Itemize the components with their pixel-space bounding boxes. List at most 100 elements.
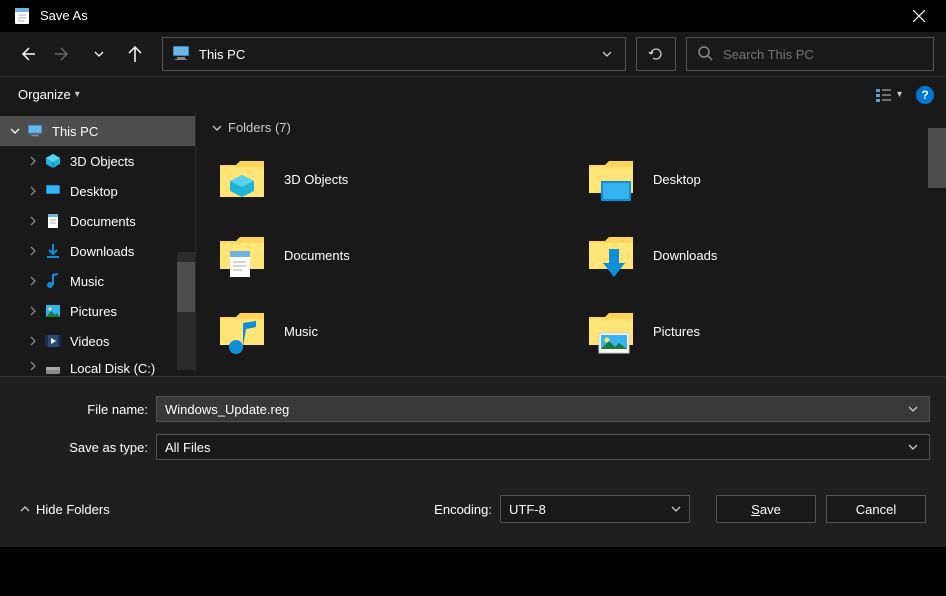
filename-dropdown[interactable] (905, 404, 921, 414)
folder-3d-objects[interactable]: 3D Objects (212, 143, 561, 215)
forward-button[interactable] (48, 39, 78, 69)
folder-icon (216, 229, 268, 281)
filename-field-container (156, 396, 930, 422)
folder-label: Music (284, 324, 318, 339)
saveastype-label: Save as type: (16, 440, 156, 455)
chevron-down-icon (212, 123, 222, 133)
expand-icon[interactable] (26, 306, 40, 316)
expand-icon[interactable] (26, 246, 40, 256)
navigation-tree: This PC 3D Objects Desktop Documents Dow… (0, 112, 196, 376)
tree-item-3d-objects[interactable]: 3D Objects (0, 146, 195, 176)
tree-label: This PC (52, 124, 98, 139)
address-bar[interactable]: This PC (162, 37, 626, 71)
folder-label: Pictures (653, 324, 700, 339)
encoding-select[interactable]: UTF-8 (500, 495, 690, 523)
folder-downloads[interactable]: Downloads (581, 219, 930, 291)
content-scrollbar[interactable] (928, 112, 946, 376)
tree-label: Videos (70, 334, 110, 349)
expand-icon[interactable] (26, 186, 40, 196)
address-dropdown-icon[interactable] (597, 49, 617, 59)
chevron-down-icon (905, 442, 921, 452)
tree-item-downloads[interactable]: Downloads (0, 236, 195, 266)
folder-music[interactable]: Music (212, 295, 561, 367)
folder-icon (585, 305, 637, 357)
expand-icon[interactable] (26, 276, 40, 286)
tree-item-desktop[interactable]: Desktop (0, 176, 195, 206)
hide-folders-button[interactable]: Hide Folders (20, 502, 110, 517)
tree-item-pictures[interactable]: Pictures (0, 296, 195, 326)
document-icon (44, 212, 62, 230)
tree-item-local-disk[interactable]: Local Disk (C:) (0, 356, 195, 376)
folder-desktop[interactable]: Desktop (581, 143, 930, 215)
expand-icon[interactable] (26, 361, 40, 371)
chevron-down-icon: ▾ (897, 89, 902, 100)
expand-icon[interactable] (8, 126, 22, 136)
chevron-up-icon (20, 504, 30, 514)
tree-item-videos[interactable]: Videos (0, 326, 195, 356)
footer: Hide Folders Encoding: UTF-8 Save Cancel (0, 483, 946, 547)
tree-label: Local Disk (C:) (70, 361, 155, 376)
folder-clipped[interactable] (212, 371, 561, 376)
filename-label: File name: (16, 402, 156, 417)
section-label: Folders (7) (228, 120, 291, 135)
hide-folders-label: Hide Folders (36, 502, 110, 517)
cancel-button[interactable]: Cancel (826, 495, 926, 523)
search-box[interactable] (686, 37, 934, 71)
window-title: Save As (40, 8, 896, 23)
tree-item-documents[interactable]: Documents (0, 206, 195, 236)
refresh-button[interactable] (636, 37, 676, 71)
tree-label: Pictures (70, 304, 117, 319)
tree-item-this-pc[interactable]: This PC (0, 116, 195, 146)
organize-label: Organize (18, 87, 71, 102)
desktop-icon (44, 182, 62, 200)
download-icon (44, 242, 62, 260)
bottom-panel: File name: Save as type: All Files Hide … (0, 376, 946, 547)
folder-label: Downloads (653, 248, 717, 263)
body-pane: This PC 3D Objects Desktop Documents Dow… (0, 112, 946, 376)
navigation-bar: This PC (0, 32, 946, 76)
tree-label: Downloads (70, 244, 134, 259)
disk-icon (44, 361, 62, 376)
pc-icon (26, 122, 44, 140)
help-button[interactable]: ? (916, 86, 934, 104)
folder-icon (585, 153, 637, 205)
folder-documents[interactable]: Documents (212, 219, 561, 291)
notepad-icon (12, 6, 32, 26)
tree-label: 3D Objects (70, 154, 134, 169)
close-button[interactable] (896, 0, 942, 32)
video-icon (44, 332, 62, 350)
search-input[interactable] (723, 47, 923, 62)
folders-section-header[interactable]: Folders (7) (212, 120, 930, 135)
expand-icon[interactable] (26, 156, 40, 166)
view-icon (875, 87, 895, 103)
pc-icon (171, 45, 191, 64)
pictures-icon (44, 302, 62, 320)
folder-label: Desktop (653, 172, 701, 187)
save-button[interactable]: Save (716, 495, 816, 523)
folder-icon (216, 305, 268, 357)
address-location: This PC (199, 47, 597, 62)
filename-input[interactable] (165, 402, 905, 417)
folder-icon (216, 371, 268, 376)
saveastype-value: All Files (165, 440, 211, 455)
expand-icon[interactable] (26, 216, 40, 226)
tree-scrollbar[interactable] (177, 252, 195, 370)
folder-icon (216, 153, 268, 205)
cube-icon (44, 152, 62, 170)
encoding-label: Encoding: (434, 502, 492, 517)
organize-menu[interactable]: Organize ▾ (12, 83, 86, 106)
folder-label: Documents (284, 248, 350, 263)
title-bar: Save As (0, 0, 946, 32)
view-options-button[interactable]: ▾ (871, 83, 906, 107)
folder-icon (585, 229, 637, 281)
saveastype-select[interactable]: All Files (156, 434, 930, 460)
folder-pictures[interactable]: Pictures (581, 295, 930, 367)
tree-item-music[interactable]: Music (0, 266, 195, 296)
recent-locations-button[interactable] (84, 39, 114, 69)
expand-icon[interactable] (26, 336, 40, 346)
search-icon (697, 45, 713, 64)
back-button[interactable] (12, 39, 42, 69)
music-icon (44, 272, 62, 290)
up-button[interactable] (120, 39, 150, 69)
toolbar: Organize ▾ ▾ ? (0, 76, 946, 112)
